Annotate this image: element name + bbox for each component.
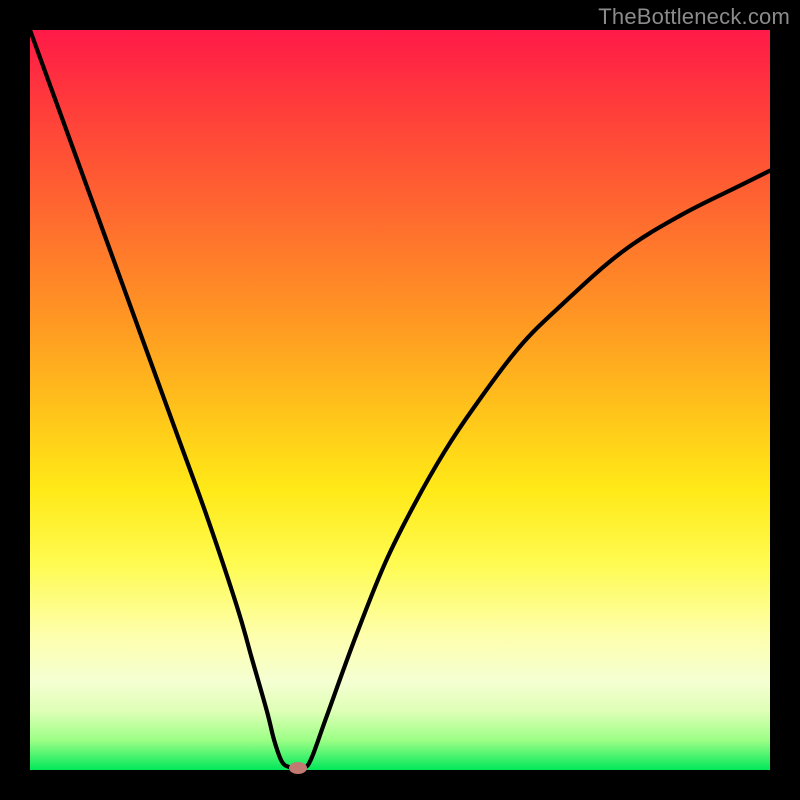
watermark-text: TheBottleneck.com — [598, 4, 790, 30]
bottleneck-curve — [30, 30, 770, 769]
curve-svg — [30, 30, 770, 770]
chart-frame: TheBottleneck.com — [0, 0, 800, 800]
plot-area — [30, 30, 770, 770]
minimum-marker — [289, 762, 307, 774]
